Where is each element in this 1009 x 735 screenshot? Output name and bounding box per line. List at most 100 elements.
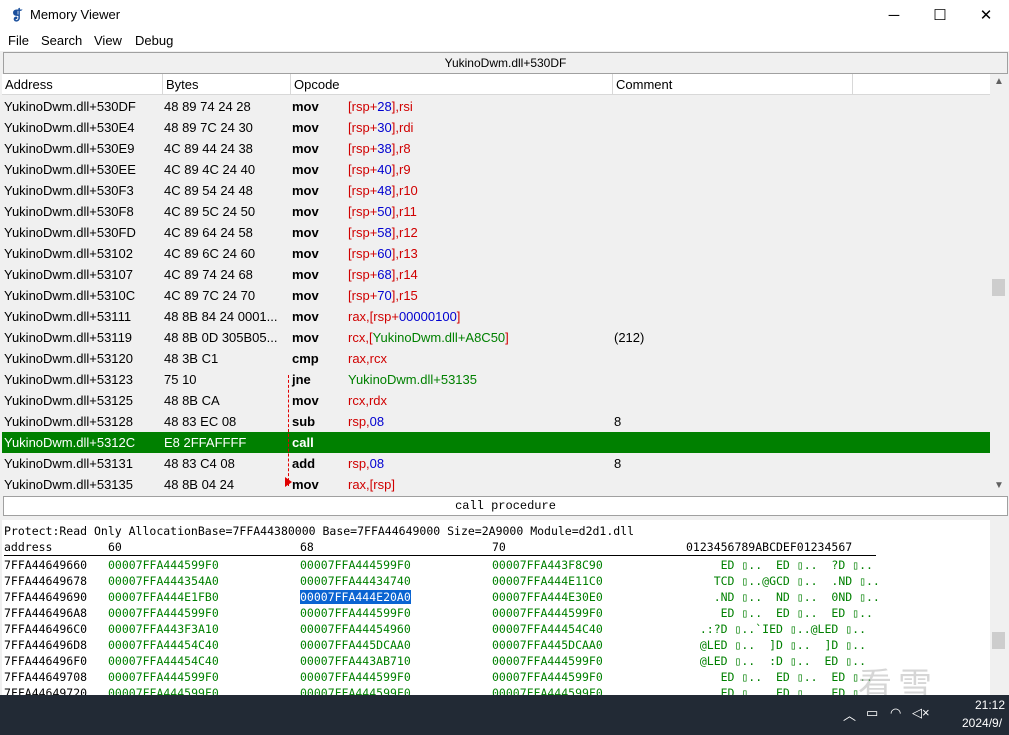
hex-value[interactable]: 00007FFA443AB710	[300, 654, 411, 668]
hex-value[interactable]: 00007FFA443F3A10	[108, 622, 219, 636]
hex-value[interactable]: 00007FFA444599F0	[108, 606, 219, 620]
hex-value[interactable]: 00007FFA444599F0	[300, 558, 411, 572]
hex-value[interactable]: 00007FFA444599F0	[108, 686, 219, 695]
hex-value[interactable]: 00007FFA44454C40	[108, 638, 219, 652]
hex-value[interactable]: 00007FFA444599F0	[300, 670, 411, 684]
hex-row[interactable]: 7FFA44649660 00007FFA444599F0 00007FFA4445…	[2, 558, 992, 574]
hex-row-address: 7FFA446496A8	[4, 606, 88, 620]
menu-debug[interactable]: Debug	[135, 33, 173, 48]
disasm-row[interactable]: YukinoDwm.dll+530FD 4C 89 64 24 58 mov [rsp…	[2, 222, 990, 243]
hex-value[interactable]: 00007FFA443F8C90	[492, 558, 603, 572]
hex-ascii[interactable]: TCD ▯..@GCD ▯.. .ND ▯..	[686, 574, 880, 588]
hex-value[interactable]: 00007FFA444E20A0	[300, 590, 411, 604]
hex-value[interactable]: 00007FFA445DCAA0	[300, 638, 411, 652]
disasm-row[interactable]: YukinoDwm.dll+5310C 4C 89 7C 24 70 mov [rsp…	[2, 285, 990, 306]
hex-value[interactable]: 00007FFA44454C40	[492, 622, 603, 636]
disasm-row[interactable]: YukinoDwm.dll+53107 4C 89 74 24 68 mov [rsp…	[2, 264, 990, 285]
clock-date[interactable]: 2024/9/	[962, 716, 1002, 730]
hex-row[interactable]: 7FFA44649678 00007FFA444354A0 00007FFA4443…	[2, 574, 992, 590]
hex-row[interactable]: 7FFA446496D8 00007FFA44454C40 00007FFA445D…	[2, 638, 992, 654]
hex-ascii[interactable]: @LED ▯.. ]D ▯.. ]D ▯..	[686, 638, 866, 652]
disasm-row[interactable]: YukinoDwm.dll+530F8 4C 89 5C 24 50 mov [rsp…	[2, 201, 990, 222]
row-operands: [rsp+40],r9	[348, 159, 411, 180]
hex-value[interactable]: 00007FFA444E11C0	[492, 574, 603, 588]
operand-token: rsp,	[348, 456, 370, 471]
disasm-row[interactable]: YukinoDwm.dll+53111 48 8B 84 24 0001... mo…	[2, 306, 990, 327]
disasm-row[interactable]: YukinoDwm.dll+53119 48 8B 0D 305B05... mov…	[2, 327, 990, 348]
scroll-up-icon[interactable]: ▲	[994, 76, 1004, 87]
disasm-row[interactable]: YukinoDwm.dll+53135 48 8B 04 24 mov rax,[rs…	[2, 474, 990, 494]
disasm-row[interactable]: YukinoDwm.dll+530F3 4C 89 54 24 48 mov [rsp…	[2, 180, 990, 201]
hex-ascii[interactable]: .:?D ▯..`IED ▯..@LED ▯..	[686, 622, 866, 636]
hex-value[interactable]: 00007FFA444E1FB0	[108, 590, 219, 604]
col-header-bytes[interactable]: Bytes	[163, 74, 291, 95]
col-header-opcode[interactable]: Opcode	[291, 74, 613, 95]
row-operands: rax,rcx	[348, 348, 387, 369]
col-header-comment[interactable]: Comment	[613, 74, 853, 95]
disasm-row[interactable]: YukinoDwm.dll+53125 48 8B CA mov rcx,rdx	[2, 390, 990, 411]
maximize-button[interactable]: ☐	[917, 0, 963, 31]
hex-row[interactable]: 7FFA446496F0 00007FFA44454C40 00007FFA443A…	[2, 654, 992, 670]
disasm-row[interactable]: YukinoDwm.dll+53120 48 3B C1 cmp rax,rcx	[2, 348, 990, 369]
speaker-muted-icon[interactable]: ◁×	[912, 705, 930, 721]
close-button[interactable]: ✕	[963, 0, 1009, 31]
row-bytes: 4C 89 64 24 58	[164, 225, 253, 240]
disasm-scrollbar[interactable]: ▲ ▼	[990, 74, 1007, 494]
hex-row[interactable]: 7FFA44649720 00007FFA444599F0 00007FFA4445…	[2, 686, 992, 695]
hex-ascii[interactable]: @LED ▯.. :D ▯.. ED ▯..	[686, 654, 866, 668]
disasm-row[interactable]: YukinoDwm.dll+530E9 4C 89 44 24 38 mov [rsp…	[2, 138, 990, 159]
chevron-up-icon[interactable]: ︿	[843, 705, 856, 724]
hex-value[interactable]: 00007FFA444599F0	[108, 670, 219, 684]
row-opcode: cmp	[292, 351, 319, 366]
hex-view[interactable]: Protect:Read Only AllocationBase=7FFA443…	[2, 520, 1007, 695]
hex-row[interactable]: 7FFA446496C0 00007FFA443F3A10 00007FFA4445…	[2, 622, 992, 638]
menu-file[interactable]: File	[8, 33, 29, 48]
hex-ascii[interactable]: .ND ▯.. ND ▯.. 0ND ▯..	[686, 590, 880, 604]
hex-value[interactable]: 00007FFA444599F0	[492, 606, 603, 620]
row-operands: YukinoDwm.dll+53135	[348, 369, 477, 390]
hex-row[interactable]: 7FFA446496A8 00007FFA444599F0 00007FFA4445…	[2, 606, 992, 622]
disasm-row[interactable]: YukinoDwm.dll+530DF 48 89 74 24 28 mov [rsp…	[2, 96, 990, 117]
clock-time[interactable]: 21:12	[975, 698, 1005, 712]
hex-header-col3: 70	[492, 540, 506, 554]
current-address-bar[interactable]: YukinoDwm.dll+530DF	[3, 52, 1008, 74]
operand-token: r9	[398, 162, 411, 177]
disasm-row[interactable]: YukinoDwm.dll+53128 48 83 EC 08 sub rsp,08 8	[2, 411, 990, 432]
hex-scrollbar[interactable]	[990, 520, 1007, 695]
disasm-row[interactable]: YukinoDwm.dll+53131 48 83 C4 08 add rsp,08 8	[2, 453, 990, 474]
menu-search[interactable]: Search	[41, 33, 82, 48]
disasm-row[interactable]: YukinoDwm.dll+5312C E8 2FFAFFFF call Yukino…	[2, 432, 990, 453]
hex-value[interactable]: 00007FFA444354A0	[108, 574, 219, 588]
scroll-down-icon[interactable]: ▼	[994, 480, 1004, 491]
hex-value[interactable]: 00007FFA44434740	[300, 574, 411, 588]
hex-ascii[interactable]: ED ▯.. ED ▯.. ED ▯..	[686, 686, 873, 695]
hex-value[interactable]: 00007FFA44454C40	[108, 654, 219, 668]
hex-row[interactable]: 7FFA44649690 00007FFA444E1FB0 00007FFA444E…	[2, 590, 992, 606]
disasm-row[interactable]: YukinoDwm.dll+530E4 48 89 7C 24 30 mov [rsp…	[2, 117, 990, 138]
hex-value[interactable]: 00007FFA444599F0	[108, 558, 219, 572]
hex-value[interactable]: 00007FFA444599F0	[492, 654, 603, 668]
hex-value[interactable]: 00007FFA444599F0	[300, 606, 411, 620]
disasm-row[interactable]: YukinoDwm.dll+53123 75 10 jne YukinoDwm.dll…	[2, 369, 990, 390]
hex-ascii[interactable]: ED ▯.. ED ▯.. ED ▯..	[686, 606, 873, 620]
minimize-button[interactable]: ─	[871, 0, 917, 31]
disasm-scroll-thumb[interactable]	[992, 279, 1005, 296]
network-icon[interactable]: ▭	[866, 705, 878, 721]
hex-ascii[interactable]: ED ▯.. ED ▯.. ?D ▯..	[686, 558, 873, 572]
hex-value[interactable]: 00007FFA44454960	[300, 622, 411, 636]
hex-scroll-thumb[interactable]	[992, 632, 1005, 649]
hex-value[interactable]: 00007FFA444599F0	[492, 686, 603, 695]
hex-value[interactable]: 00007FFA444E30E0	[492, 590, 603, 604]
hex-ascii[interactable]: ED ▯.. ED ▯.. ED ▯..	[686, 670, 873, 684]
disasm-row[interactable]: YukinoDwm.dll+53102 4C 89 6C 24 60 mov [rsp…	[2, 243, 990, 264]
menu-view[interactable]: View	[94, 33, 122, 48]
hex-value[interactable]: 00007FFA444599F0	[492, 670, 603, 684]
hex-row[interactable]: 7FFA44649708 00007FFA444599F0 00007FFA4445…	[2, 670, 992, 686]
wifi-icon[interactable]: ◠	[890, 705, 901, 721]
hex-value[interactable]: 00007FFA445DCAA0	[492, 638, 603, 652]
disasm-row[interactable]: YukinoDwm.dll+530EE 4C 89 4C 24 40 mov [rsp…	[2, 159, 990, 180]
disassembler-view[interactable]: Address Bytes Opcode Comment YukinoDwm.d…	[2, 74, 1007, 494]
hex-value[interactable]: 00007FFA444599F0	[300, 686, 411, 695]
col-header-address[interactable]: Address	[2, 74, 163, 95]
hex-row-address: 7FFA446496C0	[4, 622, 88, 636]
